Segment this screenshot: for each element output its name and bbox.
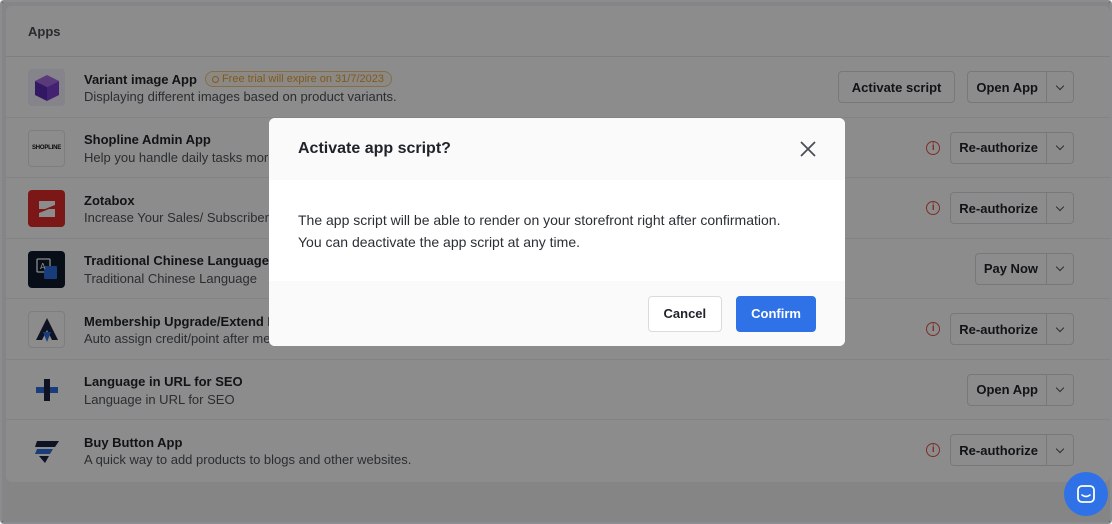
chat-support-button[interactable] [1064, 472, 1108, 516]
dialog-message-line-1: The app script will be able to render on… [298, 212, 781, 228]
cancel-button[interactable]: Cancel [647, 295, 723, 332]
dialog-header: Activate app script? [269, 118, 845, 180]
chat-icon [1077, 485, 1095, 503]
activate-script-dialog: Activate app script? The app script will… [269, 118, 845, 346]
dialog-body: The app script will be able to render on… [269, 180, 845, 281]
close-icon[interactable] [799, 140, 817, 158]
dialog-title: Activate app script? [298, 140, 451, 157]
dialog-message-line-2: You can deactivate the app script at any… [298, 234, 580, 250]
dialog-footer: Cancel Confirm [269, 281, 845, 346]
confirm-button[interactable]: Confirm [736, 295, 816, 332]
